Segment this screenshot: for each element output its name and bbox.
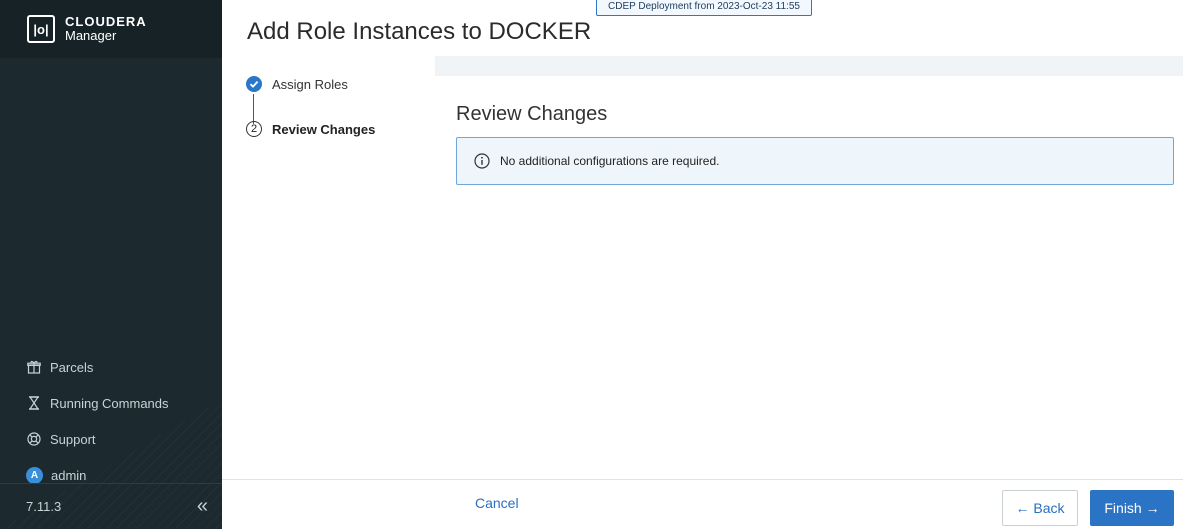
sidebar-nav: Parcels Running Commands Support A admin <box>0 349 222 493</box>
checkmark-icon <box>246 76 262 92</box>
page-header: Add Role Instances to DOCKER CDEP Deploy… <box>222 0 1183 56</box>
step-assign-roles[interactable]: Assign Roles <box>246 76 348 92</box>
sidebar-header[interactable]: |o| CLOUDERA Manager <box>0 0 222 58</box>
collapse-sidebar-icon[interactable]: « <box>197 495 208 518</box>
sidebar-item-support[interactable]: Support <box>0 421 222 457</box>
sidebar-item-label: Running Commands <box>50 395 169 411</box>
sidebar-item-parcels[interactable]: Parcels <box>0 349 222 385</box>
page-title: Add Role Instances to DOCKER <box>247 18 592 45</box>
gift-icon <box>26 359 42 375</box>
sidebar: |o| CLOUDERA Manager Parcels Running Com… <box>0 0 222 529</box>
sidebar-item-label: Parcels <box>50 359 94 375</box>
brand-name: CLOUDERA <box>65 14 147 29</box>
sidebar-item-label: Support <box>50 431 96 447</box>
info-message: No additional configurations are require… <box>500 154 720 168</box>
sidebar-item-running-commands[interactable]: Running Commands <box>0 385 222 421</box>
cancel-button[interactable]: Cancel <box>475 495 519 511</box>
hourglass-icon <box>26 395 42 411</box>
step-number: 2 <box>246 121 262 137</box>
brand: CLOUDERA Manager <box>65 15 147 43</box>
deployment-badge[interactable]: CDEP Deployment from 2023-Oct-23 11:55 <box>596 0 812 16</box>
step-label: Assign Roles <box>272 76 348 92</box>
section-title: Review Changes <box>456 103 608 125</box>
step-label: Review Changes <box>272 121 376 137</box>
main-content: Review Changes No additional configurati… <box>435 76 1183 479</box>
wizard-steps: Assign Roles 2 Review Changes <box>222 56 435 479</box>
step-connector <box>253 94 254 124</box>
sidebar-footer: 7.11.3 « <box>0 483 222 529</box>
step-review-changes[interactable]: 2 Review Changes <box>246 121 375 137</box>
lifebuoy-icon <box>26 431 42 447</box>
content-top-band <box>435 56 1183 76</box>
avatar: A <box>26 466 43 484</box>
info-icon <box>474 153 490 169</box>
back-button[interactable]: ← Back <box>1002 490 1078 526</box>
info-alert: No additional configurations are require… <box>456 137 1174 185</box>
cloudera-logo-icon: |o| <box>27 15 55 43</box>
app-root: |o| CLOUDERA Manager Parcels Running Com… <box>0 0 1183 529</box>
user-name: admin <box>51 467 87 483</box>
brand-subtitle: Manager <box>65 28 117 43</box>
wizard-footer: Cancel ← Back Finish → <box>222 479 1183 529</box>
version-label: 7.11.3 <box>26 499 62 514</box>
finish-button[interactable]: Finish → <box>1090 490 1174 526</box>
